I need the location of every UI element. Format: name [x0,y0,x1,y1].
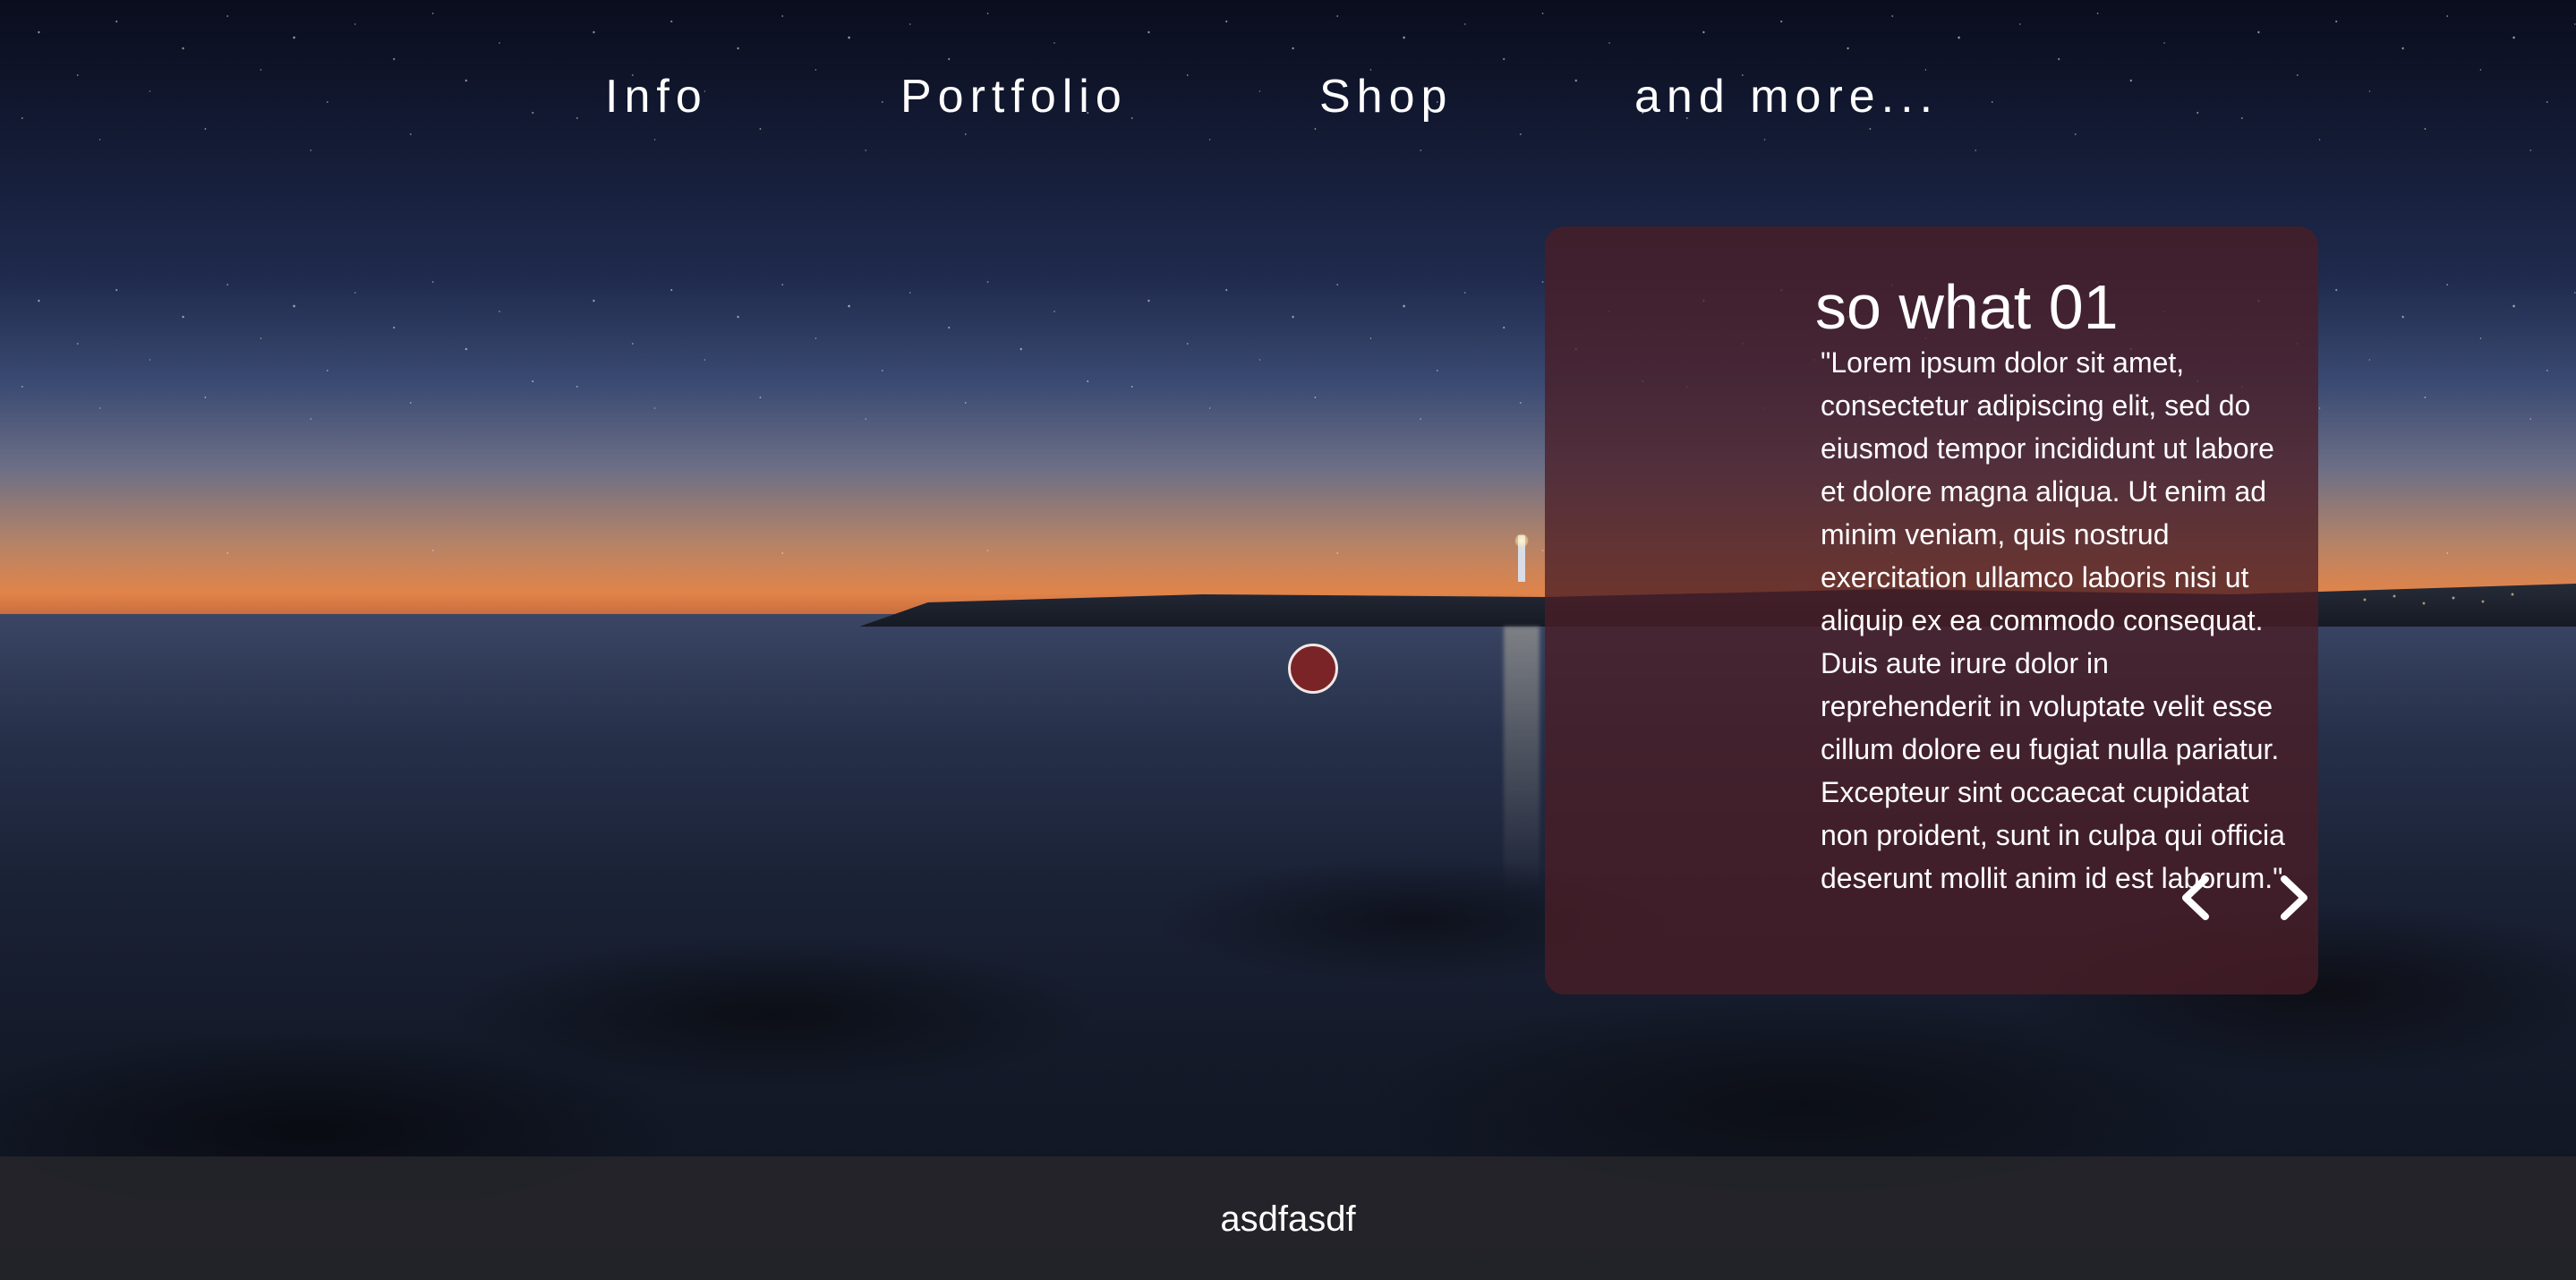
footer-text: asdfasdf [1220,1199,1356,1239]
page: Info Portfolio Shop and more... so what … [0,0,2576,1280]
nav-item-portfolio[interactable]: Portfolio [900,70,1128,124]
card-title: so what 01 [1815,272,2119,342]
next-button[interactable] [2261,866,2324,929]
hotspot-dot[interactable] [1288,644,1338,694]
nav-item-info[interactable]: Info [605,70,708,124]
footer: asdfasdf [0,1156,2576,1280]
chevron-left-icon [2182,875,2209,920]
town-lights [2345,582,2542,618]
main-nav: Info Portfolio Shop and more... [0,70,2576,124]
nav-item-shop[interactable]: Shop [1319,70,1453,124]
card-body-text: "Lorem ipsum dolor sit amet, consectetur… [1821,346,2285,894]
nav-item-more[interactable]: and more... [1634,70,1939,124]
prev-button[interactable] [2166,866,2229,929]
chevron-right-icon [2281,875,2307,920]
info-card: so what 01 "Lorem ipsum dolor sit amet, … [1545,226,2318,994]
lighthouse-light [1514,533,1529,548]
